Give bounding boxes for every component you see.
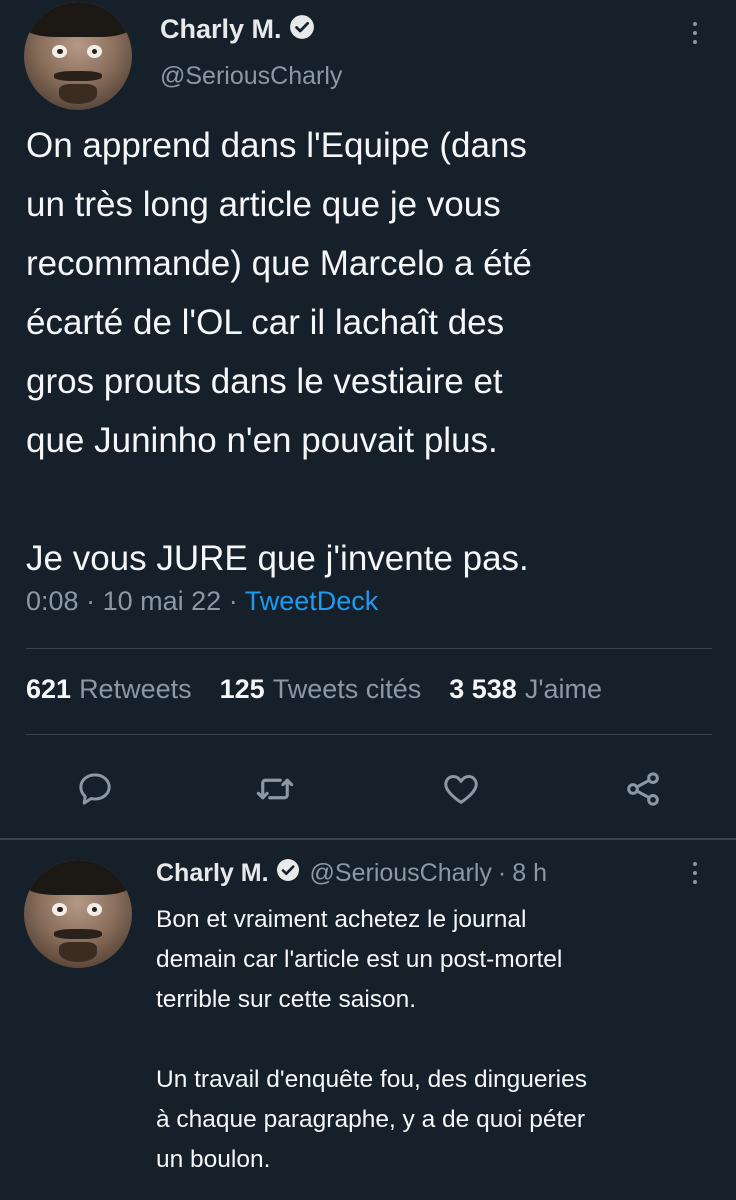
share-icon[interactable] (620, 766, 666, 812)
tweet-text: On apprend dans l'Equipe (dans un très l… (26, 126, 532, 578)
retweet-icon[interactable] (252, 766, 298, 812)
author-name[interactable]: Charly M. (160, 14, 282, 45)
tweet-stats: 621 Retweets 125 Tweets cités 3 538 J'aime (26, 674, 602, 705)
more-options-icon[interactable] (693, 862, 697, 884)
tweet-meta: 0:08 · 10 mai 22 · TweetDeck (26, 586, 379, 616)
author-handle[interactable]: @SeriousCharly (310, 859, 492, 888)
tweet-actions (0, 766, 736, 812)
author-name[interactable]: Charly M. (156, 859, 269, 888)
reply-text: Bon et vraiment achetez le journal demai… (156, 906, 587, 1173)
tweet-time[interactable]: 0:08 (26, 586, 79, 616)
reply-icon[interactable] (72, 766, 118, 812)
verified-badge-icon (276, 858, 300, 889)
retweets-stat[interactable]: 621 Retweets (26, 674, 192, 705)
avatar[interactable] (24, 2, 132, 110)
more-options-icon[interactable] (693, 22, 697, 44)
divider (0, 838, 736, 840)
tweet-date[interactable]: 10 mai 22 (103, 586, 222, 616)
tweet-source-link[interactable]: TweetDeck (245, 586, 379, 616)
divider (26, 648, 712, 649)
tweet-age[interactable]: 8 h (512, 859, 547, 888)
likes-stat[interactable]: 3 538 J'aime (449, 674, 602, 705)
verified-badge-icon (289, 14, 315, 45)
author-handle[interactable]: @SeriousCharly (160, 62, 342, 91)
avatar[interactable] (24, 860, 132, 968)
like-icon[interactable] (438, 766, 484, 812)
quotes-stat[interactable]: 125 Tweets cités (220, 674, 422, 705)
divider (26, 734, 712, 735)
